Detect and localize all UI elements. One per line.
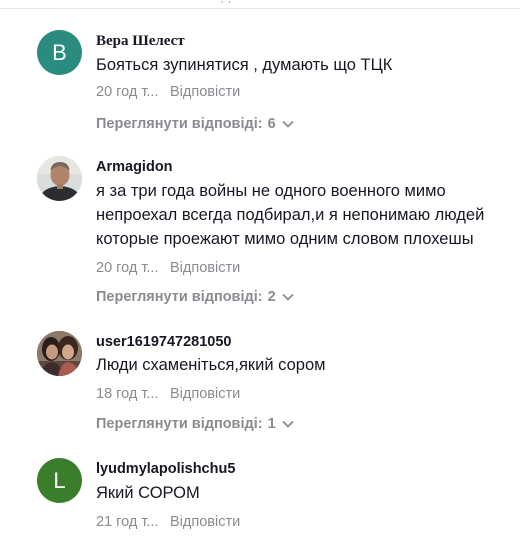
previous-comment-fragment: · · <box>0 0 520 10</box>
reply-button[interactable]: Відповісти <box>170 386 240 402</box>
chevron-down-icon <box>282 120 294 128</box>
avatar-letter: B <box>52 39 67 65</box>
view-replies-count: 1 <box>267 416 276 432</box>
reply-button[interactable]: Відповісти <box>170 514 240 530</box>
comment-text-line: Люди схаменіться,який сором <box>96 356 326 374</box>
view-replies-button[interactable]: Переглянути відповіді: 6 <box>96 116 294 132</box>
person-photo-icon <box>37 156 82 201</box>
comment-username[interactable]: Armagidon <box>96 159 173 175</box>
comment-text-line: я за три года войны не одного военного м… <box>96 182 446 200</box>
comment-text-line: Який СОРОМ <box>96 484 200 502</box>
chevron-down-icon <box>282 420 294 428</box>
comment-item: B Вера Шелест Бояться зупинятися , думаю… <box>0 30 520 140</box>
comment-text: Який СОРОМ <box>96 481 200 505</box>
comment-text: Люди схаменіться,який сором <box>96 353 325 377</box>
divider <box>0 8 520 9</box>
comment-item: Armagidon я за три года войны не одного … <box>0 156 520 306</box>
view-replies-button[interactable]: Переглянути відповіді: 1 <box>96 416 294 432</box>
view-replies-count: 2 <box>267 289 276 305</box>
comment-meta: 21 год т... Відповісти <box>96 514 240 530</box>
comment-text: Бояться зупинятися , думають що ТЦК <box>96 53 392 77</box>
comment-meta: 20 год т... Відповісти <box>96 84 240 100</box>
comment-meta: 20 год т... Відповісти <box>96 260 240 276</box>
two-people-photo-icon <box>37 331 82 376</box>
reply-button[interactable]: Відповісти <box>170 84 240 100</box>
view-replies-label: Переглянути відповіді: <box>96 116 263 132</box>
comment-username[interactable]: lyudmylapolishchu5 <box>96 461 235 477</box>
reply-button[interactable]: Відповісти <box>170 260 240 276</box>
comment-timestamp: 21 год т... <box>96 514 159 530</box>
comment-meta: 18 год т... Відповісти <box>96 386 240 402</box>
comment-timestamp: 18 год т... <box>96 386 159 402</box>
comment-text-line: которые проежают мимо одним словом плохе… <box>96 230 474 248</box>
view-replies-count: 6 <box>267 116 276 132</box>
comment-text-line: непроехал всегда подбирал,и я непонимаю … <box>96 206 485 224</box>
avatar[interactable]: B <box>37 30 82 75</box>
chevron-down-icon <box>282 293 294 301</box>
comment-text: я за три года войны не одного военного м… <box>96 179 484 251</box>
comment-item: L lyudmylapolishchu5 Який СОРОМ 21 год т… <box>0 458 520 543</box>
view-replies-label: Переглянути відповіді: <box>96 289 263 305</box>
avatar[interactable] <box>37 156 82 201</box>
comment-timestamp: 20 год т... <box>96 84 159 100</box>
comment-text-line: Бояться зупинятися , думають що ТЦК <box>96 56 393 74</box>
comment-username[interactable]: user1619747281050 <box>96 334 231 350</box>
avatar[interactable]: L <box>37 458 82 503</box>
comment-item: user1619747281050 Люди схаменіться,який … <box>0 331 520 441</box>
previous-comment-meta: · · <box>220 0 232 8</box>
comment-timestamp: 20 год т... <box>96 260 159 276</box>
avatar-letter: L <box>53 467 66 493</box>
view-replies-label: Переглянути відповіді: <box>96 416 263 432</box>
comment-username[interactable]: Вера Шелест <box>96 33 185 50</box>
avatar[interactable] <box>37 331 82 376</box>
view-replies-button[interactable]: Переглянути відповіді: 2 <box>96 289 294 305</box>
